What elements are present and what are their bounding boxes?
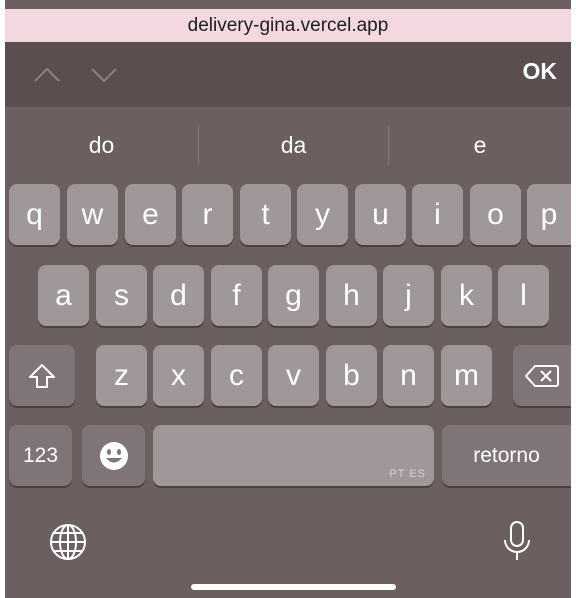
suggestion-bar: do da e	[5, 107, 571, 183]
home-indicator[interactable]	[191, 584, 396, 590]
key-h[interactable]: h	[326, 265, 377, 326]
url-text: delivery-gina.vercel.app	[187, 14, 389, 36]
backspace-icon	[524, 363, 560, 389]
chevron-down-icon[interactable]	[89, 62, 119, 88]
suggestion-3[interactable]: e	[389, 107, 571, 183]
delete-key[interactable]	[513, 345, 571, 406]
key-e[interactable]: e	[125, 184, 176, 245]
globe-icon[interactable]	[48, 522, 88, 567]
key-f[interactable]: f	[211, 265, 262, 326]
key-r[interactable]: r	[182, 184, 233, 245]
key-w[interactable]: w	[67, 184, 118, 245]
space-bar[interactable]: PT ES	[153, 425, 434, 486]
keyboard-frame: delivery-gina.vercel.app OK do da e q w …	[5, 0, 571, 598]
input-accessory-toolbar: OK	[5, 42, 571, 107]
key-c[interactable]: c	[211, 345, 262, 406]
url-bar[interactable]: delivery-gina.vercel.app	[5, 9, 571, 42]
key-g[interactable]: g	[268, 265, 319, 326]
key-j[interactable]: j	[383, 265, 434, 326]
suggestion-1[interactable]: do	[5, 107, 198, 183]
emoji-icon	[98, 440, 130, 472]
shift-key[interactable]	[9, 345, 75, 406]
key-z[interactable]: z	[96, 345, 147, 406]
key-u[interactable]: u	[355, 184, 406, 245]
key-t[interactable]: t	[240, 184, 291, 245]
emoji-key[interactable]	[82, 425, 145, 486]
space-language-indicator: PT ES	[389, 468, 426, 480]
key-d[interactable]: d	[153, 265, 204, 326]
microphone-icon[interactable]	[502, 520, 532, 569]
key-p[interactable]: p	[527, 184, 571, 245]
key-q[interactable]: q	[9, 184, 60, 245]
key-k[interactable]: k	[441, 265, 492, 326]
key-n[interactable]: n	[383, 345, 434, 406]
suggestion-2[interactable]: da	[199, 107, 388, 183]
key-b[interactable]: b	[326, 345, 377, 406]
numbers-key[interactable]: 123	[9, 425, 72, 486]
key-y[interactable]: y	[297, 184, 348, 245]
ok-button[interactable]: OK	[523, 58, 558, 85]
key-v[interactable]: v	[268, 345, 319, 406]
key-s[interactable]: s	[96, 265, 147, 326]
shift-icon	[27, 361, 57, 391]
key-o[interactable]: o	[470, 184, 521, 245]
key-l[interactable]: l	[498, 265, 549, 326]
return-key[interactable]: retorno	[442, 425, 571, 486]
key-m[interactable]: m	[441, 345, 492, 406]
chevron-up-icon[interactable]	[32, 62, 62, 88]
key-i[interactable]: i	[412, 184, 463, 245]
key-x[interactable]: x	[153, 345, 204, 406]
key-a[interactable]: a	[38, 265, 89, 326]
